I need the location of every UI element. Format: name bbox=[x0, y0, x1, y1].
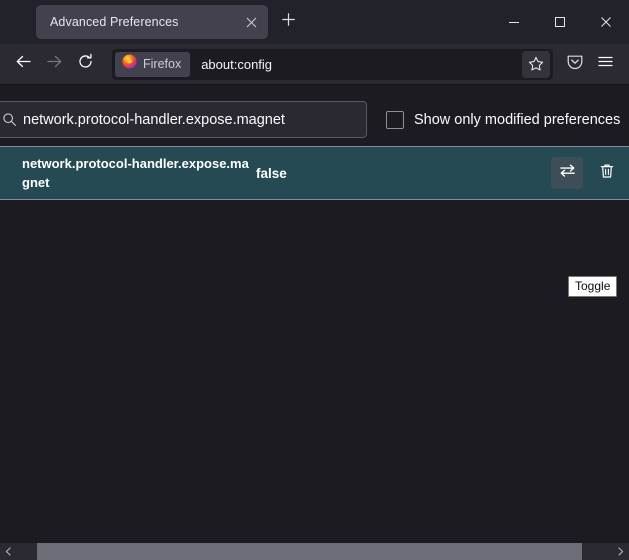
close-window-button[interactable] bbox=[583, 0, 629, 44]
back-button[interactable] bbox=[8, 49, 39, 80]
search-input[interactable]: network.protocol-handler.expose.magnet bbox=[0, 101, 367, 138]
reload-button[interactable] bbox=[70, 49, 101, 80]
toggle-preference-button[interactable] bbox=[551, 157, 583, 189]
scroll-left-button[interactable] bbox=[0, 543, 17, 560]
forward-arrow-icon bbox=[46, 53, 63, 75]
back-arrow-icon bbox=[15, 53, 32, 75]
identity-label: Firefox bbox=[143, 57, 182, 71]
show-only-modified-toggle[interactable]: Show only modified preferences bbox=[386, 110, 621, 129]
search-preference-wrapper: network.protocol-handler.expose.magnet bbox=[0, 101, 367, 138]
bookmark-star-icon[interactable] bbox=[522, 50, 550, 78]
app-menu-button[interactable] bbox=[590, 49, 621, 80]
scroll-right-button[interactable] bbox=[612, 543, 629, 560]
new-tab-button[interactable] bbox=[276, 10, 300, 34]
forward-button[interactable] bbox=[39, 49, 70, 80]
toggle-arrows-icon bbox=[558, 161, 577, 185]
minimize-button[interactable] bbox=[491, 0, 537, 44]
tab-strip: Advanced Preferences bbox=[0, 0, 629, 44]
preference-name: network.protocol-handler.expose.magnet bbox=[22, 156, 249, 190]
url-text: about:config bbox=[201, 56, 273, 72]
show-only-modified-label: Show only modified preferences bbox=[414, 111, 621, 128]
browser-window: Advanced Preferences Firefox about:confi… bbox=[0, 0, 629, 560]
navigation-toolbar: Firefox about:config bbox=[0, 44, 629, 85]
tab-title: Advanced Preferences bbox=[50, 15, 179, 29]
show-only-modified-checkbox[interactable] bbox=[386, 110, 404, 129]
preference-value: false bbox=[256, 165, 287, 181]
search-input-value: network.protocol-handler.expose.magnet bbox=[23, 111, 285, 128]
hamburger-menu-icon bbox=[597, 53, 614, 75]
tab-close-icon[interactable] bbox=[240, 11, 262, 33]
delete-preference-button[interactable] bbox=[591, 157, 623, 189]
row-actions bbox=[551, 157, 623, 189]
url-bar[interactable]: Firefox about:config bbox=[112, 48, 553, 80]
firefox-logo-icon bbox=[122, 54, 137, 74]
pocket-icon bbox=[566, 53, 584, 76]
preference-list: network.protocol-handler.expose.magnet f… bbox=[0, 146, 629, 200]
tooltip: Toggle bbox=[568, 276, 618, 297]
maximize-button[interactable] bbox=[537, 0, 583, 44]
about-config-page: network.protocol-handler.expose.magnet S… bbox=[0, 85, 629, 560]
plus-icon bbox=[281, 12, 296, 32]
chevron-left-icon bbox=[4, 543, 13, 560]
horizontal-scrollbar[interactable] bbox=[0, 543, 629, 560]
trash-icon bbox=[598, 162, 616, 185]
scrollbar-thumb[interactable] bbox=[37, 543, 582, 560]
scrollbar-track[interactable] bbox=[17, 543, 612, 560]
identity-chip[interactable]: Firefox bbox=[115, 51, 191, 77]
table-row[interactable]: network.protocol-handler.expose.magnet f… bbox=[0, 146, 629, 200]
tab-advanced-preferences[interactable]: Advanced Preferences bbox=[36, 5, 268, 39]
pocket-save-button[interactable] bbox=[559, 49, 590, 80]
window-controls bbox=[491, 0, 629, 44]
filter-row: network.protocol-handler.expose.magnet S… bbox=[0, 85, 629, 138]
chevron-right-icon bbox=[616, 543, 625, 560]
search-icon bbox=[0, 110, 18, 128]
reload-icon bbox=[77, 53, 94, 75]
